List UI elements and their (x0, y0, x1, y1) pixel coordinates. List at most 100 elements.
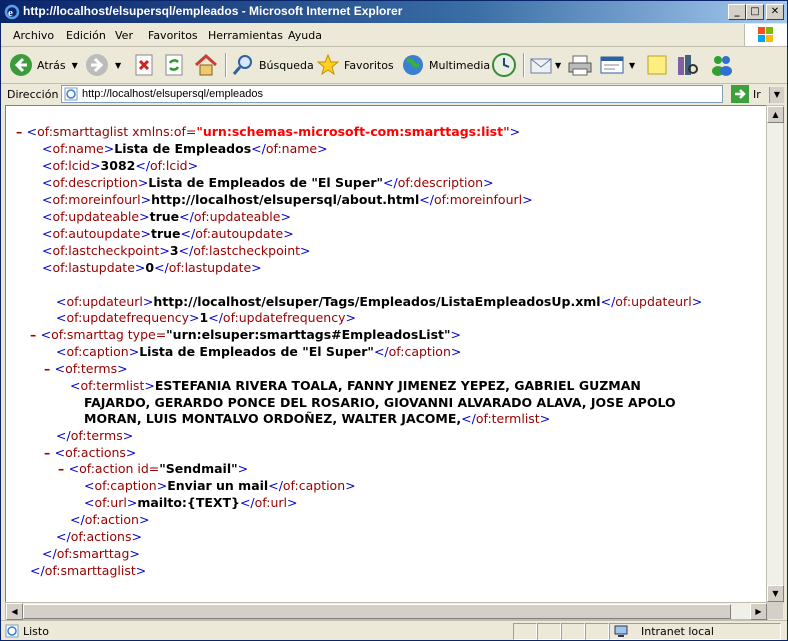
refresh-icon (165, 54, 183, 76)
edit-button[interactable]: ▼ (599, 51, 635, 79)
menu-bar: Archivo Edición Ver Favoritos Herramient… (1, 24, 787, 47)
go-button[interactable]: Ir (731, 84, 761, 104)
status-cell (537, 623, 561, 640)
xml-line-smarttag-open: – <of:smarttag type="urn:elsuper:smartta… (30, 327, 461, 342)
forward-dropdown-icon[interactable]: ▼ (115, 61, 121, 70)
window-title: http://localhost/elsupersql/empleados - … (23, 4, 403, 18)
windows-flag-icon (758, 27, 773, 42)
xml-line-name: <of:name>Lista de Empleados</of:name> (42, 141, 328, 156)
status-text: Listo (23, 625, 49, 638)
intranet-zone-icon (614, 625, 628, 637)
collapse-toggle[interactable]: – (30, 327, 41, 342)
collapse-toggle[interactable]: – (44, 445, 55, 460)
print-icon (568, 55, 592, 76)
xml-line-actions-open: – <of:actions> (44, 445, 137, 460)
page-ie-icon (64, 87, 78, 101)
horizontal-scroll-thumb[interactable] (23, 604, 731, 619)
mail-dropdown-icon[interactable]: ▼ (555, 61, 561, 70)
xml-viewer: – <of:smarttaglist xmlns:of="urn:schemas… (5, 105, 767, 603)
toolbar-separator (523, 53, 525, 77)
edit-dropdown-icon[interactable]: ▼ (629, 61, 635, 70)
menu-edicion[interactable]: Edición (66, 29, 106, 42)
xml-line-termlist: <of:termlist>ESTEFANIA RIVERA TOALA, FAN… (70, 378, 641, 393)
zone-label: Intranet local (641, 625, 714, 638)
search-button[interactable]: Búsqueda (231, 51, 314, 79)
windows-logo (744, 24, 787, 46)
maximize-button[interactable]: □ (746, 4, 764, 20)
xml-line-lcid: <of:lcid>3082</of:lcid> (42, 158, 199, 173)
title-bar: e http://localhost/elsupersql/empleados … (1, 1, 787, 23)
xml-line-actions-close: </of:actions> (56, 529, 142, 544)
mail-icon (530, 58, 552, 74)
print-button[interactable] (567, 51, 593, 79)
menu-favoritos[interactable]: Favoritos (148, 29, 198, 42)
ie-logo-icon: e (4, 4, 20, 20)
address-url: http://localhost/elsupersql/empleados (82, 88, 263, 100)
scroll-left-icon[interactable]: ◀ (6, 603, 23, 620)
address-label: Dirección (7, 88, 59, 101)
page-done-icon (5, 624, 19, 638)
back-button[interactable]: Atrás ▼ (9, 51, 78, 79)
xml-line-moreinfourl: <of:moreinfourl>http://localhost/elsuper… (42, 192, 533, 207)
status-cell (585, 623, 609, 640)
xml-line-action-caption: <of:caption>Enviar un mail</of:caption> (84, 478, 356, 493)
xml-line-smarttaglist-open: – <of:smarttaglist xmlns:of="urn:schemas… (16, 124, 521, 139)
home-icon (194, 53, 218, 76)
scroll-corner (767, 602, 783, 619)
forward-arrow-icon (86, 54, 108, 76)
xml-line-terms-open: – <of:terms> (44, 361, 128, 376)
history-button[interactable] (491, 51, 517, 79)
discuss-button[interactable] (645, 51, 669, 79)
collapse-toggle[interactable]: – (44, 361, 55, 376)
menu-herramientas[interactable]: Herramientas (208, 29, 283, 42)
horizontal-scrollbar[interactable]: ◀ ▶ (5, 602, 768, 620)
xml-line-termlist-cont2: MORAN, LUIS MONTALVO ORDOÑEZ, WALTER JAC… (84, 411, 551, 426)
mail-button[interactable]: ▼ (529, 51, 561, 79)
xml-line-lastupdate: <of:lastupdate>0</of:lastupdate> (42, 260, 262, 275)
xml-line-smarttaglist-close: </of:smarttaglist> (30, 563, 147, 578)
xml-line-autoupdate: <of:autoupdate>true</of:autoupdate> (42, 226, 294, 241)
media-label: Multimedia (429, 58, 491, 72)
address-dropdown-icon[interactable]: ▼ (769, 87, 784, 103)
edit-icon (600, 56, 624, 74)
scroll-up-icon[interactable]: ▲ (767, 106, 784, 123)
status-cell (513, 623, 537, 640)
stop-icon (135, 54, 153, 76)
collapse-toggle[interactable]: – (16, 124, 27, 139)
minimize-button[interactable]: _ (728, 4, 746, 20)
status-bar: Listo Intranet local (1, 620, 787, 640)
xml-line-updateurl: <of:updateurl>http://localhost/elsuper/T… (56, 294, 703, 309)
search-label: Búsqueda (259, 58, 314, 72)
browser-window: e http://localhost/elsupersql/empleados … (0, 0, 788, 641)
scroll-down-icon[interactable]: ▼ (767, 585, 784, 602)
xml-line-action-url: <of:url>mailto:{TEXT}</of:url> (84, 495, 298, 510)
stop-button[interactable] (133, 51, 155, 79)
favorites-label: Favoritos (344, 58, 394, 72)
home-button[interactable] (193, 51, 219, 79)
research-icon (678, 55, 698, 75)
xml-line-terms-close: </of:terms> (56, 428, 134, 443)
toolbar: Atrás ▼ ▼ Búsqueda Favoritos Multimedia (1, 47, 787, 84)
xml-line-lastcheckpoint: <of:lastcheckpoint>3</of:lastcheckpoint> (42, 243, 311, 258)
close-button[interactable]: ✕ (766, 4, 784, 20)
vertical-scrollbar[interactable]: ▲ ▼ (766, 105, 784, 603)
messenger-icon (712, 56, 732, 76)
research-button[interactable] (675, 51, 699, 79)
menu-ver[interactable]: Ver (115, 29, 133, 42)
menu-ayuda[interactable]: Ayuda (288, 29, 322, 42)
back-dropdown-icon[interactable]: ▼ (72, 61, 78, 70)
xml-line-action-close: </of:action> (70, 512, 150, 527)
menu-archivo[interactable]: Archivo (13, 29, 54, 42)
forward-button[interactable]: ▼ (85, 51, 121, 79)
refresh-button[interactable] (163, 51, 185, 79)
address-input[interactable]: http://localhost/elsupersql/empleados ▼ (61, 85, 784, 103)
messenger-button[interactable] (709, 51, 735, 79)
favorites-button[interactable]: Favoritos (316, 51, 394, 79)
xml-line-termlist-cont1: FAJARDO, GERARDO PONCE DEL ROSARIO, GIOV… (84, 395, 676, 410)
collapse-toggle[interactable]: – (58, 461, 69, 476)
media-button[interactable]: Multimedia (401, 51, 490, 79)
go-label: Ir (753, 87, 761, 101)
scroll-right-icon[interactable]: ▶ (750, 603, 767, 620)
xml-line-action-open: – <of:action id="Sendmail"> (58, 461, 249, 476)
search-icon (232, 55, 252, 75)
